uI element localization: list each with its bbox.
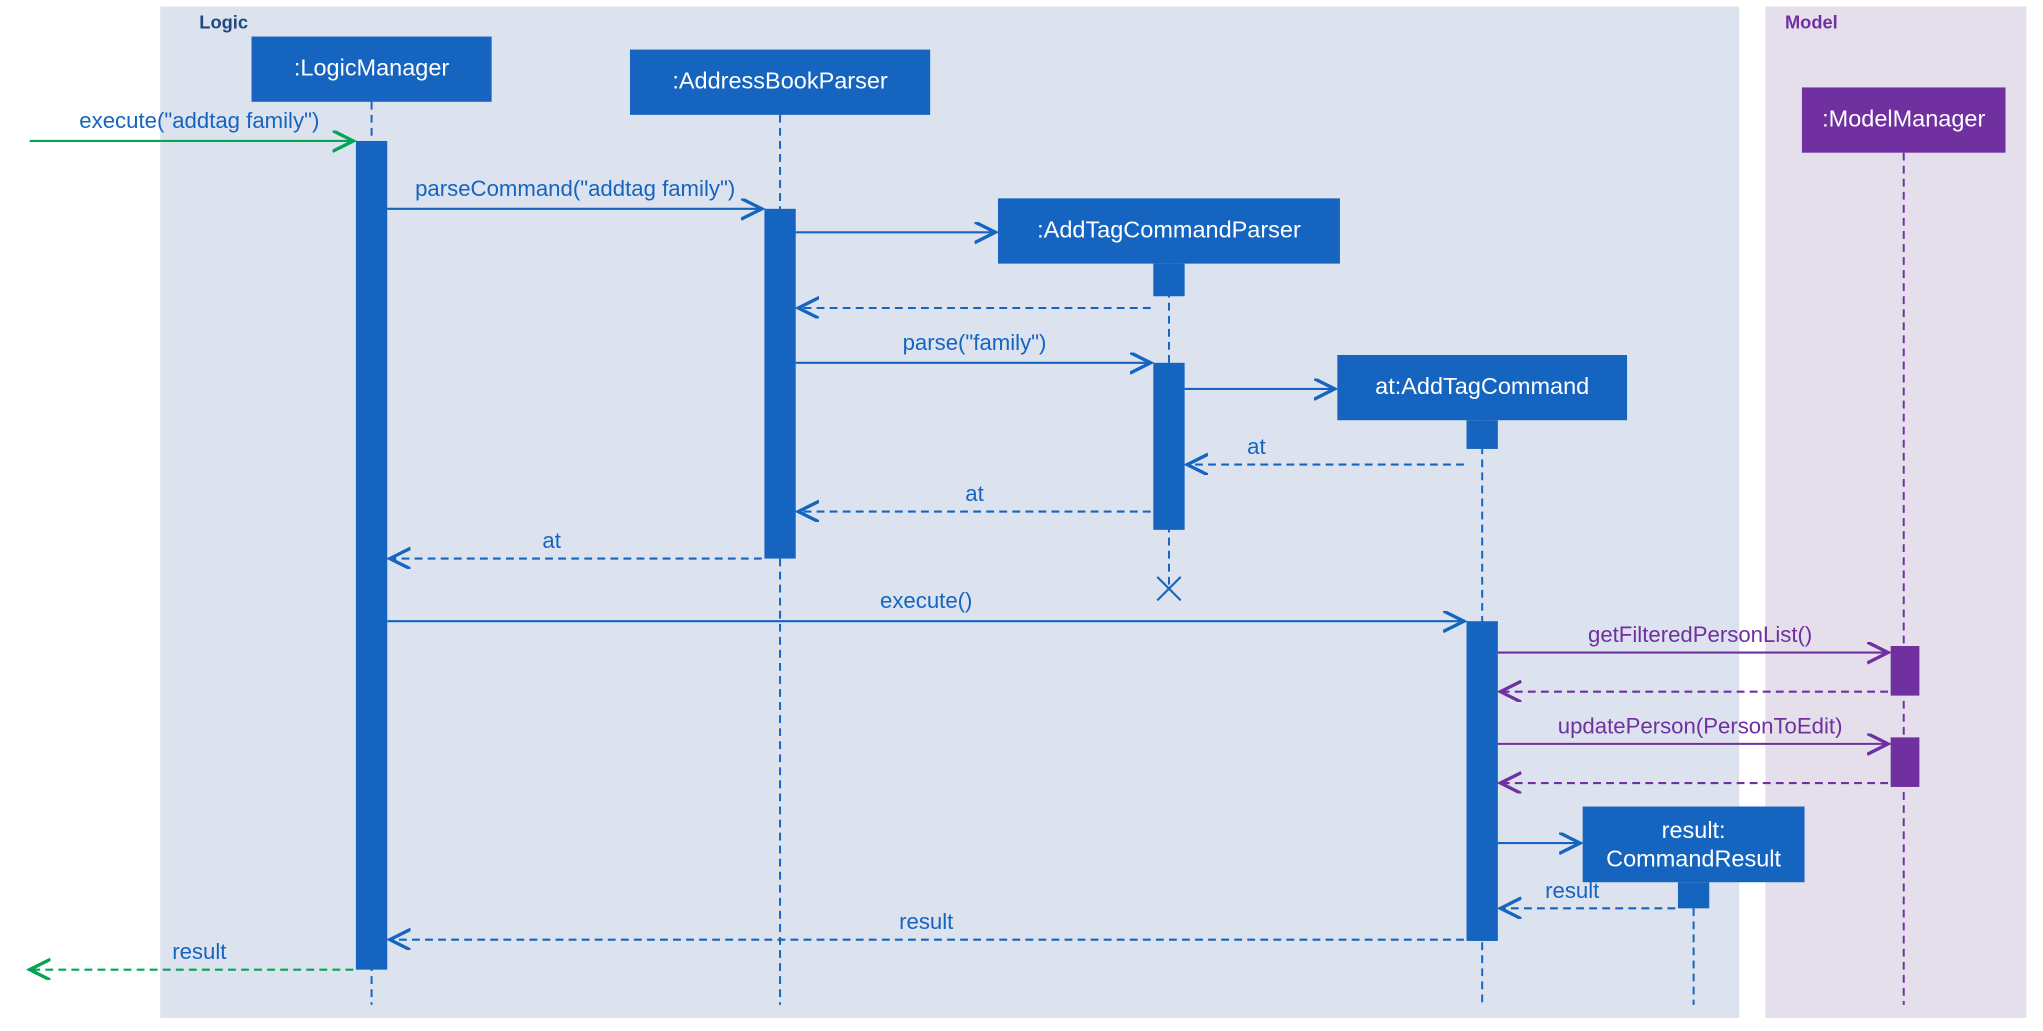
msg-result-return-1-label: result <box>1545 878 1599 903</box>
msg-at-return-3-label: at <box>542 528 561 553</box>
msg-parse-label: parse("family") <box>903 330 1047 355</box>
add-tag-command-activation-head <box>1467 420 1498 449</box>
command-result-label-1: result: <box>1662 817 1726 843</box>
msg-result-out-label: result <box>172 939 226 964</box>
msg-result-return-2-label: result <box>899 909 953 934</box>
logic-manager-activation <box>356 141 387 970</box>
address-book-parser-label: :AddressBookParser <box>672 68 888 94</box>
msg-update-person-label: updatePerson(PersonToEdit) <box>1558 713 1843 738</box>
model-manager-activation-1 <box>1891 646 1920 696</box>
address-book-parser-activation <box>764 209 795 559</box>
sequence-diagram: Logic Model :LogicManager :AddressBookPa… <box>0 0 2043 1031</box>
msg-get-filtered-label: getFilteredPersonList() <box>1588 622 1812 647</box>
msg-execute-label: execute() <box>880 588 972 613</box>
model-manager-activation-2 <box>1891 737 1920 787</box>
msg-execute-in-label: execute("addtag family") <box>79 108 319 133</box>
model-manager-label: :ModelManager <box>1822 106 1985 132</box>
add-tag-command-label: at:AddTagCommand <box>1375 373 1589 399</box>
command-result-activation-head <box>1678 882 1709 908</box>
model-frame-label: Model <box>1785 12 1838 33</box>
add-tag-command-activation <box>1467 621 1498 941</box>
logic-frame-label: Logic <box>199 12 248 33</box>
msg-at-return-2-label: at <box>965 481 984 506</box>
logic-manager-label: :LogicManager <box>294 55 450 81</box>
add-tag-command-parser-activation-head <box>1153 264 1184 297</box>
command-result-label-2: CommandResult <box>1606 846 1781 872</box>
add-tag-command-parser-label: :AddTagCommandParser <box>1037 217 1301 243</box>
msg-at-return-1-label: at <box>1247 434 1266 459</box>
add-tag-command-parser-activation <box>1153 363 1184 530</box>
msg-parse-command-label: parseCommand("addtag family") <box>415 176 735 201</box>
